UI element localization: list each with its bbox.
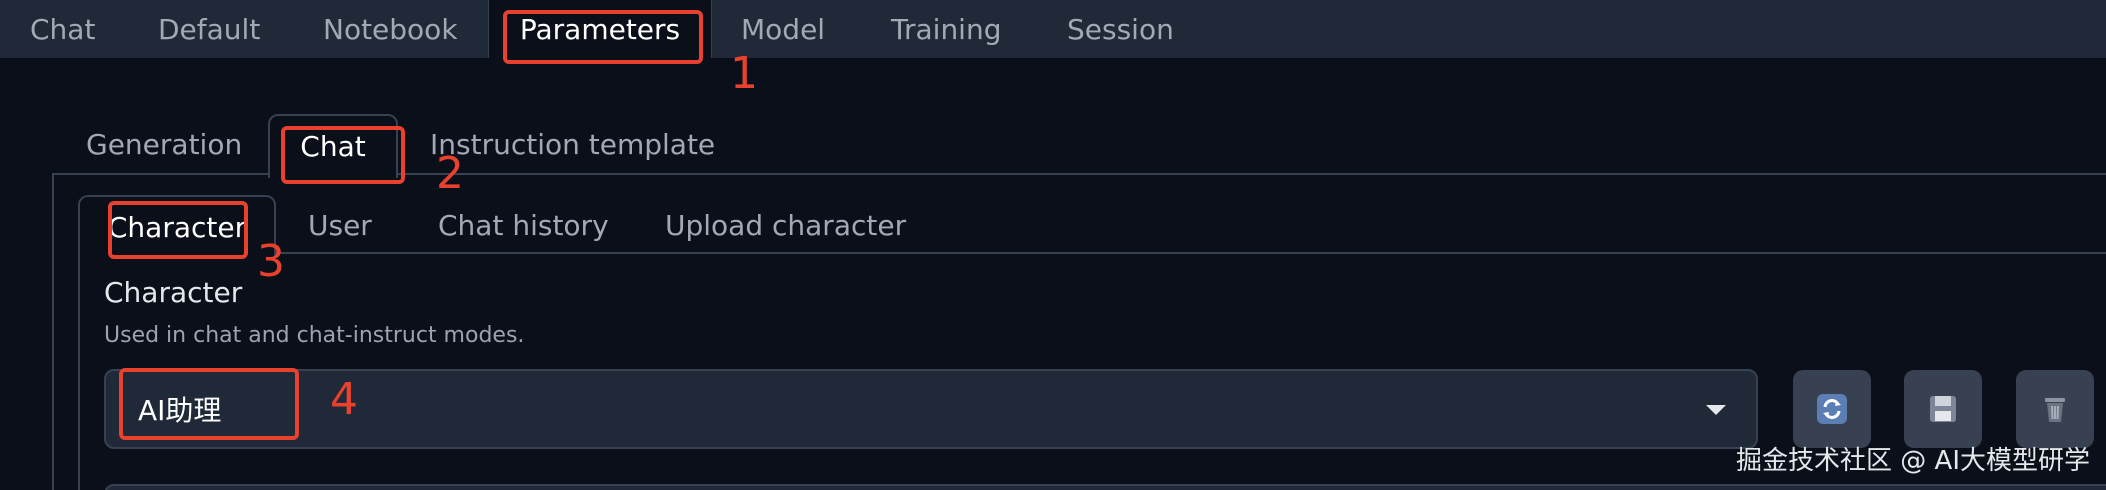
annotation-number-2: 2 bbox=[436, 148, 464, 199]
app-window: Chat Default Notebook Parameters Model T… bbox=[0, 0, 2106, 490]
trash-icon bbox=[2045, 398, 2065, 422]
chevron-down-icon bbox=[1706, 405, 1726, 415]
character-heading: Character bbox=[104, 276, 243, 309]
delete-button[interactable] bbox=[2016, 370, 2094, 448]
tab-user[interactable]: User bbox=[308, 195, 372, 253]
tab-training[interactable]: Training bbox=[891, 0, 1001, 58]
refresh-button[interactable] bbox=[1793, 370, 1871, 448]
tab-generation[interactable]: Generation bbox=[86, 114, 242, 174]
tab-notebook[interactable]: Notebook bbox=[323, 0, 458, 58]
tab-instruction-template[interactable]: Instruction template bbox=[430, 114, 715, 174]
annotation-box-1 bbox=[503, 10, 703, 64]
annotation-number-1: 1 bbox=[730, 48, 758, 99]
annotation-box-2 bbox=[281, 126, 405, 184]
save-icon bbox=[1930, 396, 1956, 422]
character-context-field[interactable] bbox=[104, 484, 2106, 490]
tab-chat[interactable]: Chat bbox=[30, 0, 95, 58]
refresh-icon bbox=[1817, 394, 1847, 424]
annotation-box-4 bbox=[119, 368, 299, 440]
tab-upload-character[interactable]: Upload character bbox=[665, 195, 906, 253]
tab-session[interactable]: Session bbox=[1067, 0, 1174, 58]
annotation-number-3: 3 bbox=[257, 236, 285, 287]
top-tab-bar: Chat Default Notebook Parameters Model T… bbox=[0, 0, 2106, 58]
tab-chat-history[interactable]: Chat history bbox=[438, 195, 609, 253]
annotation-box-3 bbox=[108, 201, 248, 259]
tab-default[interactable]: Default bbox=[158, 0, 260, 58]
save-button[interactable] bbox=[1904, 370, 1982, 448]
character-description: Used in chat and chat-instruct modes. bbox=[104, 323, 525, 348]
annotation-number-4: 4 bbox=[330, 374, 358, 425]
watermark: 掘金技术社区 @ AI大模型研学 bbox=[1736, 446, 2090, 476]
